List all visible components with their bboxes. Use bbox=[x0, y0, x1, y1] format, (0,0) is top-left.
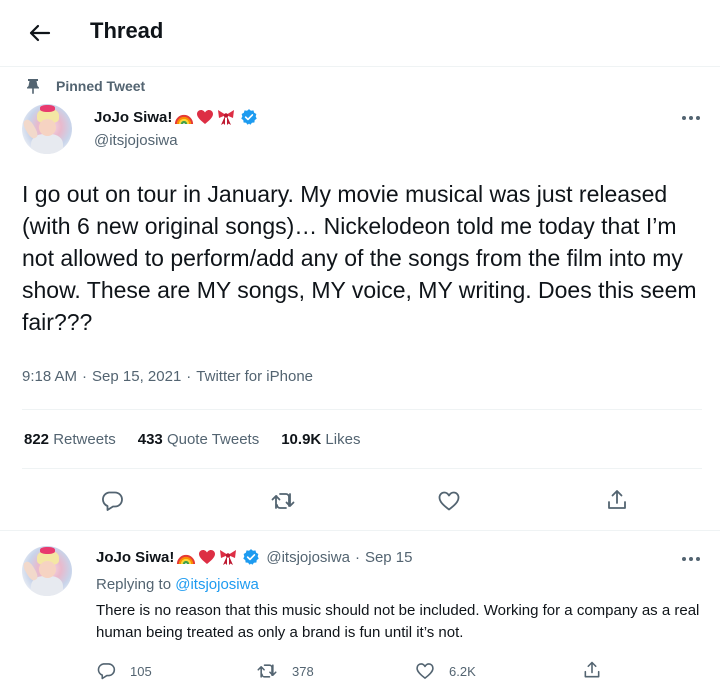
author-display-name[interactable]: JoJo Siwa! bbox=[94, 109, 172, 126]
share-icon bbox=[584, 661, 600, 678]
verified-badge-icon bbox=[241, 109, 258, 125]
rainbow-emoji-icon bbox=[174, 109, 194, 125]
thread-header: Thread bbox=[0, 0, 720, 66]
header-divider bbox=[0, 66, 720, 67]
rainbow-emoji-icon bbox=[176, 549, 196, 565]
like-icon bbox=[416, 663, 434, 679]
meta-divider bbox=[22, 409, 702, 410]
reply-share-button[interactable] bbox=[582, 660, 602, 680]
reply-avatar[interactable] bbox=[22, 546, 72, 596]
replying-to-handle-link[interactable]: @itsjojosiwa bbox=[175, 576, 259, 593]
replying-to-line: Replying to @itsjojosiwa bbox=[96, 576, 259, 593]
verified-badge-icon bbox=[243, 549, 260, 565]
reply-like-button[interactable]: 6.2K bbox=[415, 661, 476, 681]
reply-separator: · bbox=[354, 548, 360, 566]
thread-divider bbox=[0, 530, 720, 531]
stats-divider bbox=[22, 468, 702, 469]
heart-emoji-icon bbox=[196, 109, 214, 125]
share-button[interactable] bbox=[605, 488, 629, 512]
reply-date[interactable]: Sep 15 bbox=[365, 549, 413, 566]
more-options-button[interactable] bbox=[676, 108, 706, 128]
ribbon-emoji-icon bbox=[218, 548, 238, 566]
tweet-date[interactable]: Sep 15, 2021 bbox=[92, 368, 181, 385]
likes-label: Likes bbox=[325, 431, 361, 448]
retweets-label: Retweets bbox=[53, 431, 116, 448]
pinned-text: Pinned Tweet bbox=[56, 78, 146, 94]
reply-author-display-name[interactable]: JoJo Siwa! bbox=[96, 549, 174, 566]
quote-tweets-label: Quote Tweets bbox=[166, 431, 260, 448]
retweet-count: 378 bbox=[292, 663, 314, 679]
likes-stat[interactable]: 10.9K Likes bbox=[281, 431, 360, 448]
retweet-icon bbox=[257, 664, 277, 678]
tweet-source[interactable]: Twitter for iPhone bbox=[196, 368, 313, 385]
tweet-text: I go out on tour in January. My movie mu… bbox=[22, 181, 697, 335]
quote-tweets-stat[interactable]: 433 Quote Tweets bbox=[138, 431, 259, 448]
likes-count: 10.9K bbox=[281, 431, 322, 448]
meta-separator: · bbox=[82, 368, 88, 385]
retweets-count: 822 bbox=[24, 431, 50, 448]
reply-more-options-button[interactable] bbox=[676, 549, 706, 569]
reply-retweet-button[interactable]: 378 bbox=[256, 661, 314, 681]
retweet-icon bbox=[271, 493, 295, 509]
tweet-stats: 822 Retweets 433 Quote Tweets 10.9K Like… bbox=[24, 431, 382, 448]
replying-prefix: Replying to bbox=[96, 576, 172, 593]
reply-tweet-text: There is no reason that this music shoul… bbox=[96, 602, 700, 641]
like-icon bbox=[438, 491, 460, 511]
pin-icon bbox=[27, 79, 39, 94]
meta-separator: · bbox=[186, 368, 192, 385]
like-count: 6.2K bbox=[449, 663, 476, 679]
avatar[interactable] bbox=[22, 104, 72, 154]
reply-icon bbox=[97, 663, 116, 680]
retweets-stat[interactable]: 822 Retweets bbox=[24, 431, 116, 448]
reply-author-name-row[interactable]: JoJo Siwa! @itsjojosiwa · Sep 15 bbox=[96, 548, 413, 566]
quote-tweets-count: 433 bbox=[137, 431, 163, 448]
reply-icon bbox=[102, 491, 123, 511]
reply-author-handle[interactable]: @itsjojosiwa bbox=[266, 549, 350, 566]
retweet-button[interactable] bbox=[270, 489, 296, 513]
ribbon-emoji-icon bbox=[216, 108, 236, 126]
reply-reply-button[interactable]: 105 bbox=[96, 661, 152, 681]
like-button[interactable] bbox=[437, 489, 461, 513]
share-icon bbox=[608, 490, 626, 509]
heart-emoji-icon bbox=[198, 549, 216, 565]
tweet-meta: 9:18 AM · Sep 15, 2021 · Twitter for iPh… bbox=[22, 368, 313, 385]
tweet-time[interactable]: 9:18 AM bbox=[22, 368, 77, 385]
author-handle[interactable]: @itsjojosiwa bbox=[94, 132, 178, 149]
reply-button[interactable] bbox=[100, 489, 124, 513]
back-button[interactable] bbox=[22, 18, 58, 48]
more-icon bbox=[682, 557, 700, 561]
pinned-tweet-label: Pinned Tweet bbox=[26, 78, 145, 94]
author-name-row[interactable]: JoJo Siwa! bbox=[94, 108, 258, 126]
more-icon bbox=[682, 116, 700, 120]
page-title: Thread bbox=[90, 18, 164, 43]
back-arrow-icon bbox=[29, 24, 51, 42]
reply-count: 105 bbox=[130, 663, 152, 679]
